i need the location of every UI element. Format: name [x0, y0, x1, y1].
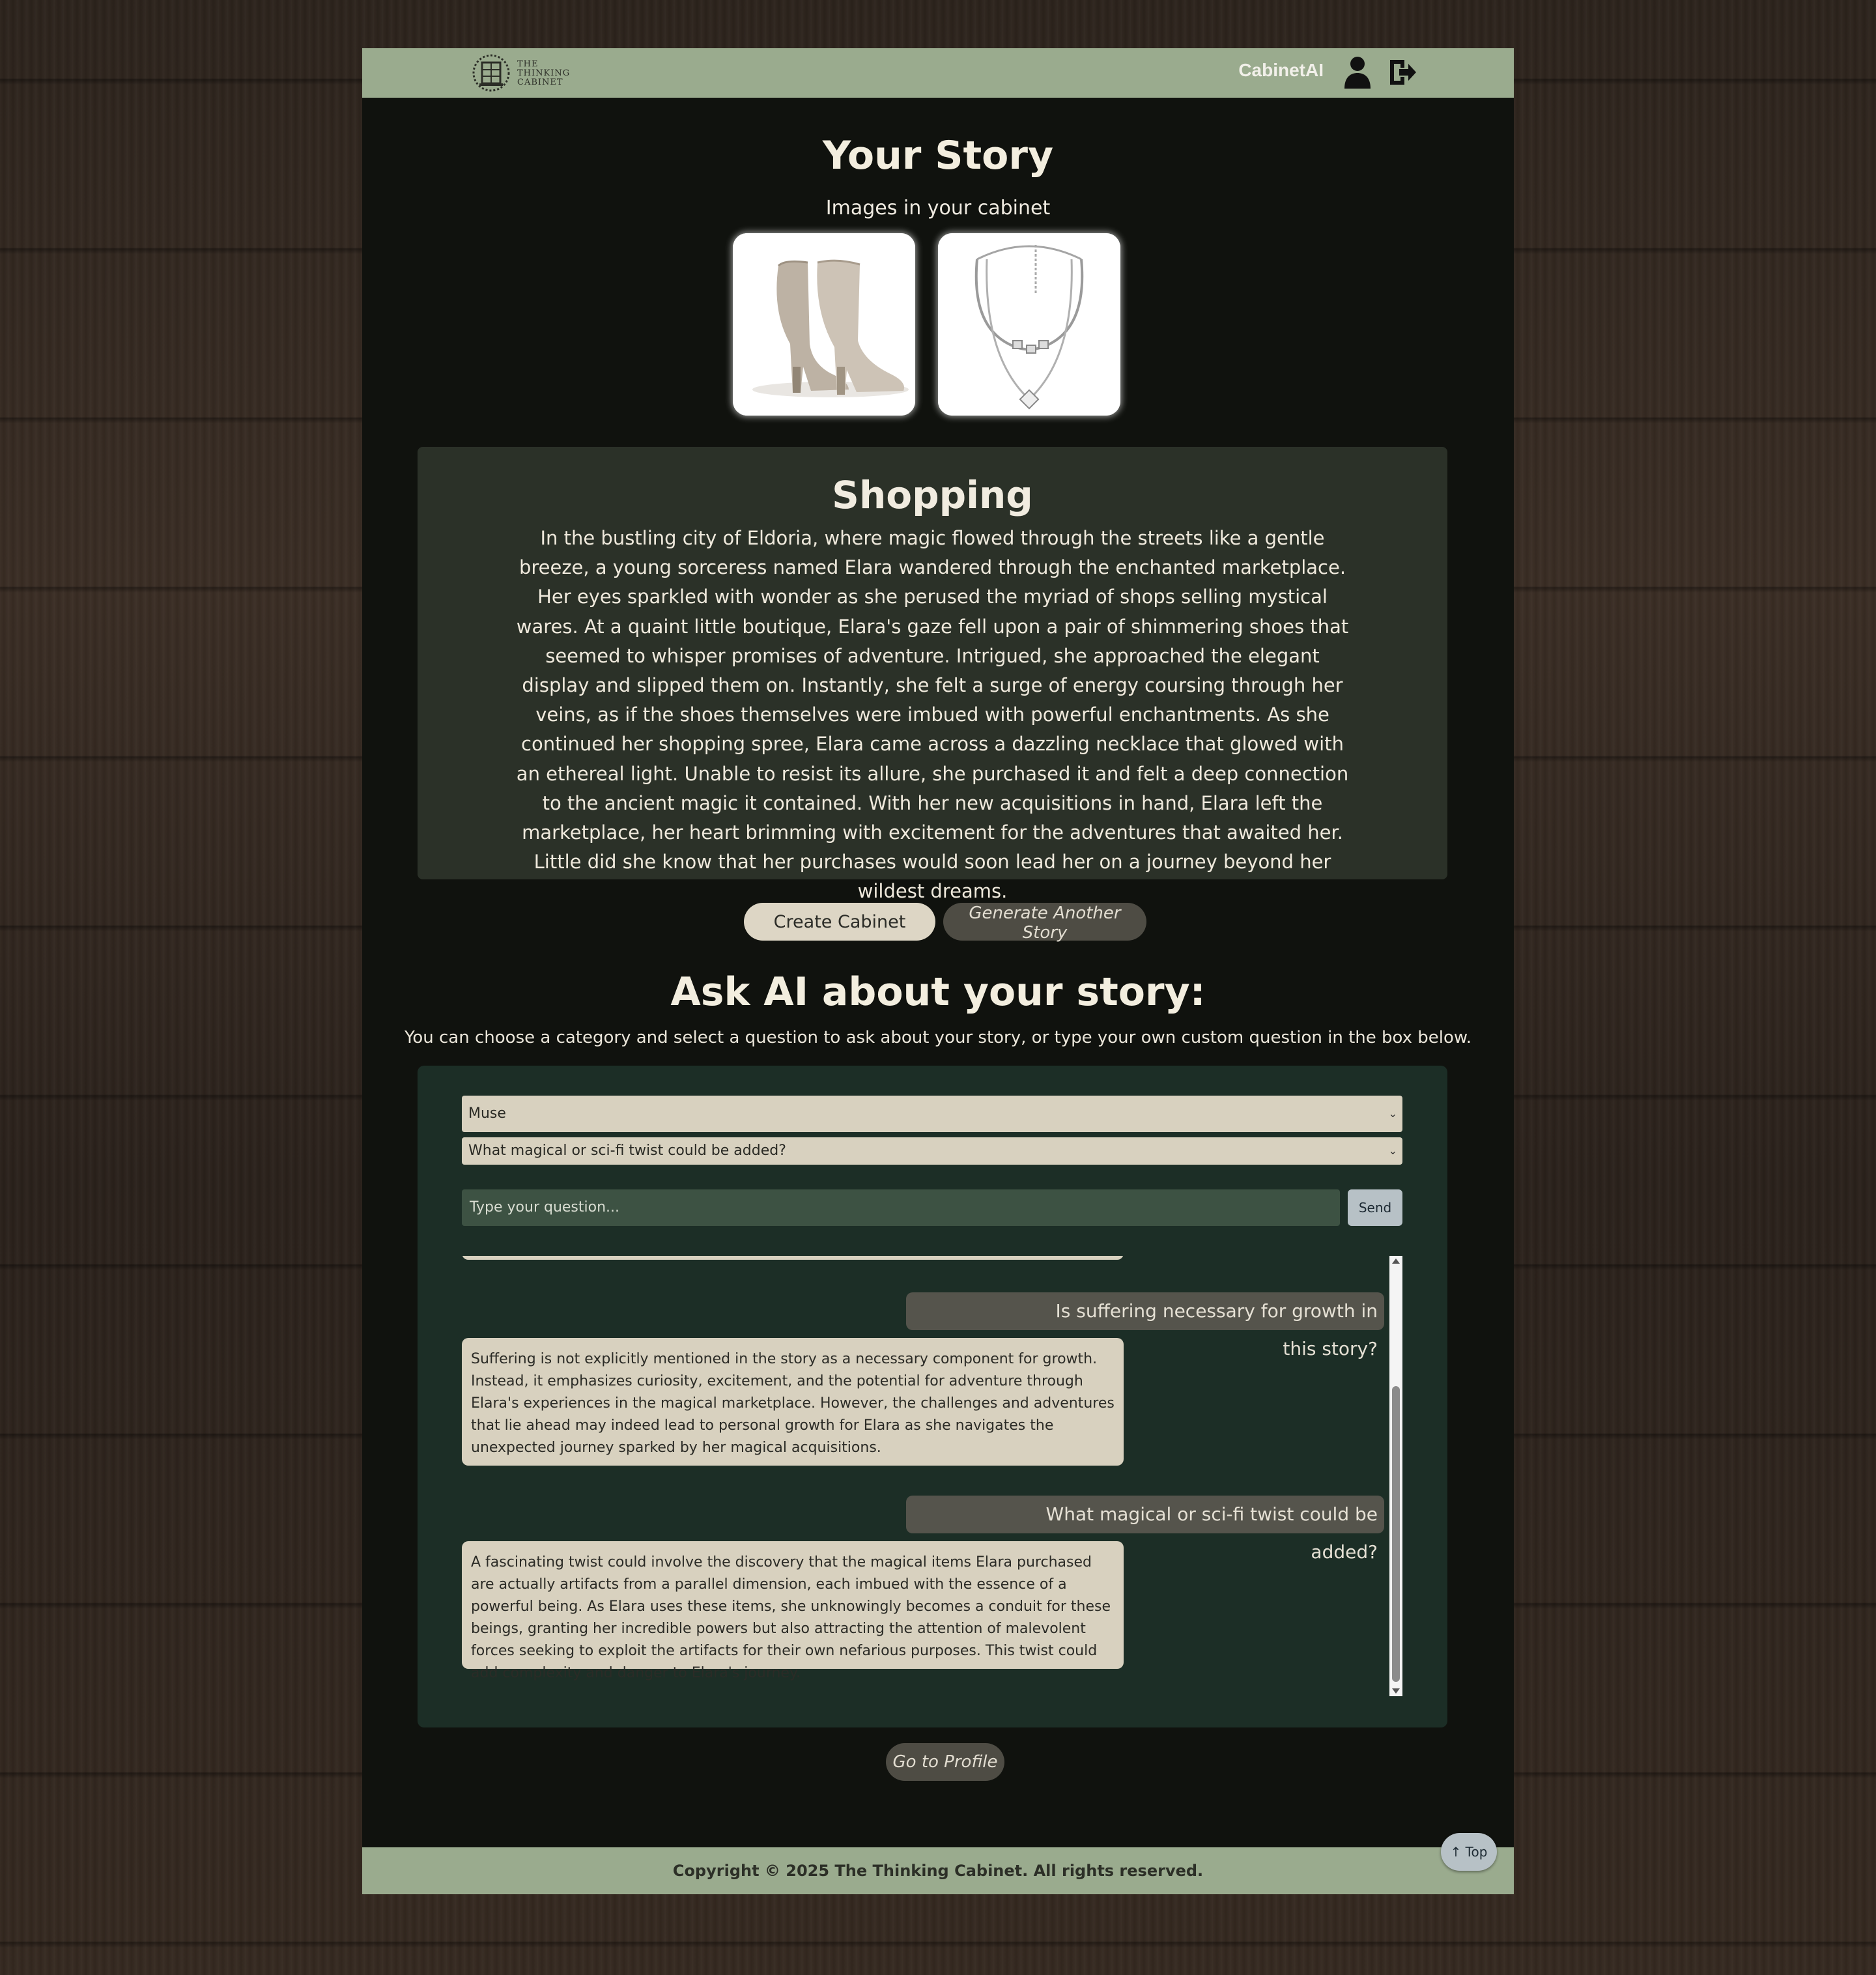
ask-ai-panel: Muse ⌄ What magical or sci-fi twist coul…	[418, 1066, 1447, 1727]
user-message: Is suffering necessary for growth in thi…	[906, 1292, 1384, 1359]
previous-ai-message	[462, 1256, 1124, 1260]
footer: Copyright © 2025 The Thinking Cabinet. A…	[362, 1847, 1514, 1894]
story-card: Shopping In the bustling city of Eldoria…	[418, 447, 1447, 902]
ai-message: A fascinating twist could involve the di…	[462, 1541, 1124, 1681]
story-text: In the bustling city of Eldoria, where m…	[516, 527, 1349, 903]
copyright-text: Copyright © 2025 The Thinking Cabinet. A…	[672, 1862, 1204, 1880]
scrollbar-thumb[interactable]	[1392, 1386, 1400, 1682]
necklace-illustration	[938, 233, 1120, 416]
images-label: Images in your cabinet	[825, 197, 1051, 220]
ai-message: Suffering is not explicitly mentioned in…	[462, 1338, 1124, 1466]
navbar: THE THINKING CABINET CabinetAI	[362, 48, 1514, 98]
question-select-value: What magical or sci-fi twist could be ad…	[468, 1143, 786, 1159]
boots-illustration	[733, 233, 915, 416]
question-select[interactable]: What magical or sci-fi twist could be ad…	[462, 1137, 1402, 1165]
question-input[interactable]: Type your question...	[462, 1189, 1340, 1226]
send-button[interactable]: Send	[1348, 1189, 1402, 1226]
go-to-profile-button[interactable]: Go to Profile	[886, 1743, 1004, 1781]
necklace-image[interactable]	[938, 233, 1120, 416]
back-to-top-button[interactable]: ↑ Top	[1441, 1833, 1497, 1871]
ask-ai-heading: Ask AI about your story:	[670, 969, 1206, 1015]
chevron-down-icon: ⌄	[1388, 1107, 1397, 1120]
chat-scrollbar[interactable]	[1389, 1256, 1402, 1696]
user-message: What magical or sci-fi twist could be ad…	[906, 1496, 1384, 1563]
page-title: Your Story	[822, 133, 1054, 178]
chat-log[interactable]: Is suffering necessary for growth in thi…	[462, 1256, 1402, 1696]
cabinet-logo-icon	[472, 54, 510, 92]
chevron-down-icon: ⌄	[1388, 1144, 1397, 1157]
generate-another-story-button[interactable]: Generate Another Story	[943, 903, 1146, 943]
ask-ai-description: You can choose a category and select a q…	[404, 1028, 1472, 1047]
logout-icon[interactable]	[1387, 57, 1417, 87]
page-container: THE THINKING CABINET CabinetAI Your Stor…	[362, 48, 1514, 1894]
category-select[interactable]: Muse ⌄	[462, 1096, 1402, 1132]
brand-link[interactable]: CabinetAI	[1238, 60, 1324, 81]
story-title: Shopping	[832, 473, 1033, 517]
scroll-up-arrow-icon[interactable]	[1392, 1258, 1400, 1264]
scroll-down-arrow-icon[interactable]	[1392, 1688, 1400, 1694]
category-select-value: Muse	[468, 1105, 506, 1122]
create-cabinet-button[interactable]: Create Cabinet	[744, 903, 935, 941]
user-icon[interactable]	[1343, 56, 1372, 89]
logo-text: THE THINKING CABINET	[517, 59, 571, 87]
ankle-boots-image[interactable]	[733, 233, 915, 416]
logo[interactable]: THE THINKING CABINET	[469, 52, 573, 94]
